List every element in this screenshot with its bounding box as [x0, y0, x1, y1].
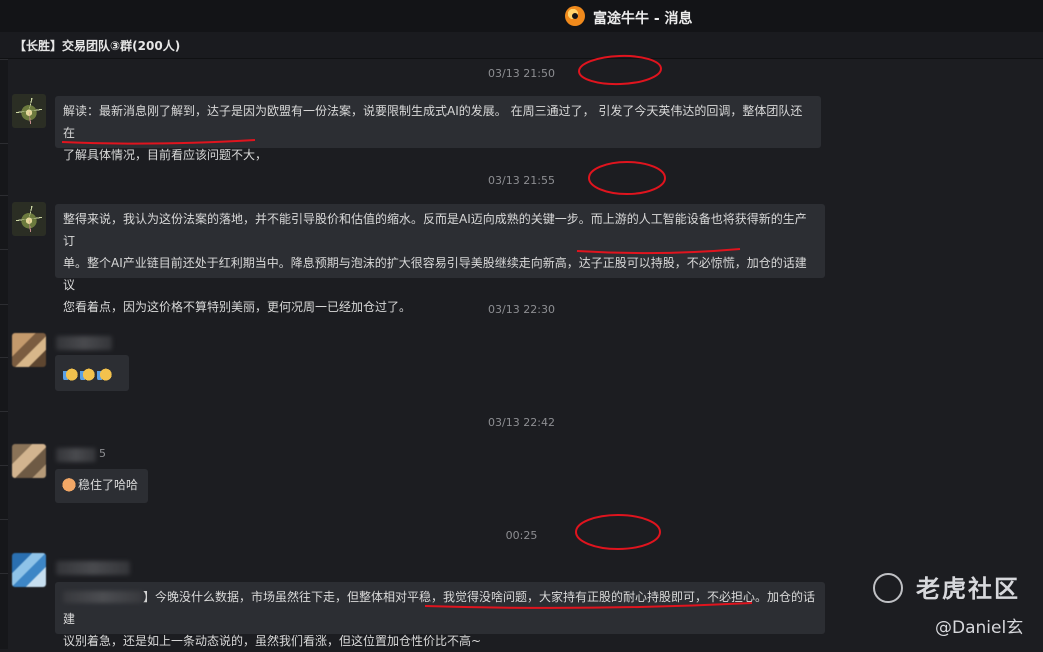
sender-name-suffix: 5 — [99, 447, 106, 460]
thumbs-up-icon — [80, 365, 96, 381]
avatar[interactable] — [12, 553, 46, 587]
message-line-text: 】今晚没什么数据，市场虽然往下走，但整体相对平稳，我觉得没啥问题，大家持有正股的… — [63, 590, 816, 626]
sender-name-redacted — [56, 448, 96, 462]
message-bubble: 整得来说，我认为这份法案的落地，并不能引导股价和估值的缩水。反而是AI迈向成熟的… — [55, 204, 825, 314]
message-line: 解读：最新消息刚了解到，达子是因为欧盟有一份法案，说要限制生成式AI的发展。 在… — [63, 104, 803, 140]
timestamp: 03/13 21:55 — [488, 174, 555, 187]
message-line: 了解具体情况，目前看应该问题不大， — [63, 148, 268, 162]
avatar[interactable] — [12, 333, 46, 367]
watermark-user: @Daniel玄 — [935, 618, 1024, 638]
message-bubble: 解读：最新消息刚了解到，达子是因为欧盟有一份法案，说要限制生成式AI的发展。 在… — [55, 96, 821, 162]
timestamp: 03/13 22:42 — [488, 416, 555, 429]
group-name[interactable]: 【长胜】交易团队③群(200人) — [14, 37, 180, 54]
message-bubble — [55, 355, 129, 391]
thumbs-up-icon — [63, 365, 79, 381]
message-bubble: 稳住了哈哈 — [55, 469, 148, 503]
futu-logo-icon — [565, 6, 585, 26]
timestamp: 03/13 22:30 — [488, 303, 555, 316]
timestamp: 03/13 21:50 — [488, 67, 555, 80]
window-title: 富途牛牛 - 消息 — [593, 11, 693, 27]
thumbs-up-icon — [97, 365, 113, 381]
message-line: 】今晚没什么数据，市场虽然往下走，但整体相对平稳，我觉得没啥问题，大家持有正股的… — [63, 586, 817, 630]
sender-name-redacted — [56, 561, 130, 575]
message-line: 整得来说，我认为这份法案的落地，并不能引导股价和估值的缩水。反而是AI迈向成熟的… — [63, 212, 807, 248]
chat-header: 【长胜】交易团队③群(200人) — [0, 32, 1043, 59]
sender-name-redacted — [56, 336, 112, 350]
avatar[interactable] — [12, 94, 46, 128]
message-bubble: 】今晚没什么数据，市场虽然往下走，但整体相对平稳，我觉得没啥问题，大家持有正股的… — [55, 582, 825, 648]
message-text: 稳住了哈哈 — [78, 478, 139, 492]
avatar[interactable] — [12, 444, 46, 478]
avatar[interactable] — [12, 202, 46, 236]
mention-redacted — [63, 591, 143, 603]
timestamp: 00:25 — [505, 529, 538, 542]
message-line: 单。整个AI产业链目前还处于红利期当中。降息预期与泡沫的扩大很容易引导美股继续走… — [63, 256, 807, 292]
conversation-list-edge[interactable] — [0, 59, 8, 649]
watermark-brand: 老虎社区 — [916, 575, 1020, 603]
tiger-community-logo-icon — [873, 573, 903, 603]
title-bar: 富途牛牛 - 消息 — [0, 0, 1043, 32]
cat-face-icon — [61, 476, 77, 492]
